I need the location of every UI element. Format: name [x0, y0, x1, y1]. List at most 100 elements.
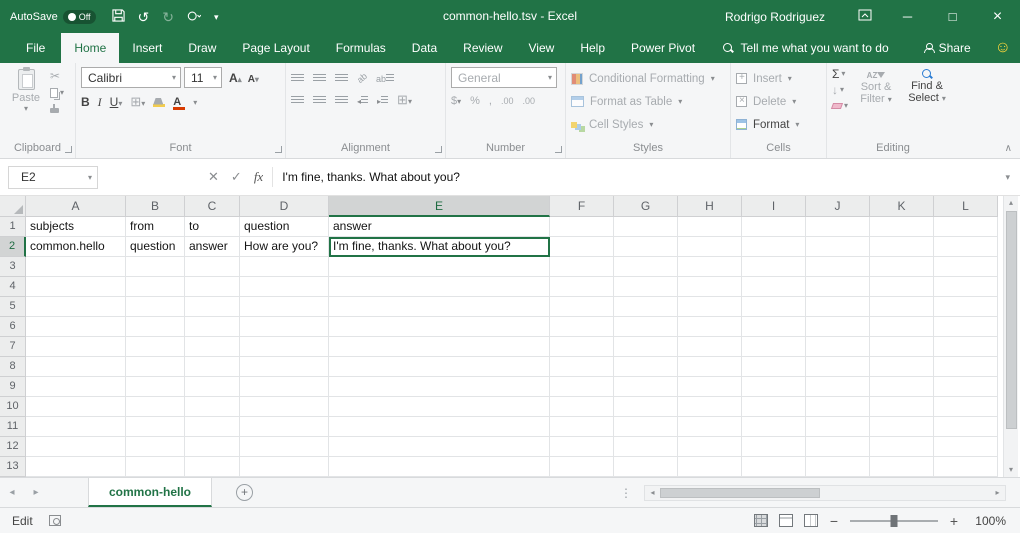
cell-C3[interactable]: [185, 257, 240, 277]
new-sheet-button[interactable]: +: [236, 484, 253, 501]
clear-button[interactable]: ▾: [832, 100, 848, 112]
expand-formula-bar-button[interactable]: ▾: [1005, 172, 1010, 183]
cell-L6[interactable]: [934, 317, 998, 337]
cell-A6[interactable]: [26, 317, 126, 337]
format-painter-button[interactable]: [50, 104, 64, 113]
cell-D13[interactable]: [240, 457, 329, 477]
insert-function-button[interactable]: fx: [254, 169, 263, 185]
cell-J7[interactable]: [806, 337, 870, 357]
delete-cells-button[interactable]: Delete ▾: [736, 90, 821, 113]
cell-H4[interactable]: [678, 277, 742, 297]
font-dialog-launcher[interactable]: [275, 146, 282, 153]
cell-H10[interactable]: [678, 397, 742, 417]
cell-D6[interactable]: [240, 317, 329, 337]
next-sheet-button[interactable]: ▸: [24, 487, 48, 498]
cell-G3[interactable]: [614, 257, 678, 277]
cell-G2[interactable]: [614, 237, 678, 257]
cell-E12[interactable]: [329, 437, 550, 457]
cell-E6[interactable]: [329, 317, 550, 337]
cell-H2[interactable]: [678, 237, 742, 257]
row-header-6[interactable]: 6: [0, 317, 26, 337]
cell-B3[interactable]: [126, 257, 185, 277]
previous-sheet-button[interactable]: ◂: [0, 487, 24, 498]
scroll-down-icon[interactable]: ▾: [1009, 463, 1013, 477]
cell-I7[interactable]: [742, 337, 806, 357]
cell-G13[interactable]: [614, 457, 678, 477]
column-header-F[interactable]: F: [550, 196, 614, 217]
cell-B1[interactable]: from: [126, 217, 185, 237]
cell-K6[interactable]: [870, 317, 934, 337]
insert-cells-button[interactable]: Insert ▾: [736, 67, 821, 90]
cell-G12[interactable]: [614, 437, 678, 457]
vertical-scrollbar-thumb[interactable]: [1006, 211, 1017, 429]
cell-K7[interactable]: [870, 337, 934, 357]
decrease-indent-button[interactable]: ◂: [357, 93, 368, 107]
cell-D3[interactable]: [240, 257, 329, 277]
cell-A4[interactable]: [26, 277, 126, 297]
cell-E7[interactable]: [329, 337, 550, 357]
cell-D8[interactable]: [240, 357, 329, 377]
column-header-E[interactable]: E: [329, 196, 550, 217]
redo-button[interactable]: ↻: [162, 10, 174, 24]
row-header-11[interactable]: 11: [0, 417, 26, 437]
percent-style-button[interactable]: %: [470, 95, 480, 107]
cell-B11[interactable]: [126, 417, 185, 437]
cell-I8[interactable]: [742, 357, 806, 377]
cell-B10[interactable]: [126, 397, 185, 417]
cell-G1[interactable]: [614, 217, 678, 237]
row-header-5[interactable]: 5: [0, 297, 26, 317]
fill-color-button[interactable]: [153, 98, 165, 107]
cell-B2[interactable]: question: [126, 237, 185, 257]
cell-J1[interactable]: [806, 217, 870, 237]
cell-L9[interactable]: [934, 377, 998, 397]
cell-C4[interactable]: [185, 277, 240, 297]
column-header-D[interactable]: D: [240, 196, 329, 217]
scroll-up-icon[interactable]: ▴: [1009, 196, 1013, 210]
font-name-combobox[interactable]: Calibri ▾: [81, 67, 181, 88]
column-header-B[interactable]: B: [126, 196, 185, 217]
scroll-left-icon[interactable]: ◂: [645, 488, 660, 497]
cell-B8[interactable]: [126, 357, 185, 377]
zoom-out-button[interactable]: −: [829, 513, 839, 529]
zoom-in-button[interactable]: +: [949, 513, 959, 529]
cell-F10[interactable]: [550, 397, 614, 417]
find-select-button[interactable]: Find &Select ▾: [904, 67, 950, 141]
cell-J10[interactable]: [806, 397, 870, 417]
cell-I2[interactable]: [742, 237, 806, 257]
alignment-dialog-launcher[interactable]: [435, 146, 442, 153]
align-right-icon[interactable]: [335, 96, 348, 104]
tab-view[interactable]: View: [516, 33, 568, 63]
cell-H1[interactable]: [678, 217, 742, 237]
cell-K5[interactable]: [870, 297, 934, 317]
bottom-align-icon[interactable]: [335, 74, 348, 82]
cell-I10[interactable]: [742, 397, 806, 417]
cell-G9[interactable]: [614, 377, 678, 397]
cell-L2[interactable]: [934, 237, 998, 257]
undo-button[interactable]: ↺: [138, 10, 150, 24]
cell-H12[interactable]: [678, 437, 742, 457]
increase-font-size-button[interactable]: A▴: [229, 71, 242, 85]
cell-K10[interactable]: [870, 397, 934, 417]
cell-L8[interactable]: [934, 357, 998, 377]
cell-K9[interactable]: [870, 377, 934, 397]
cell-C5[interactable]: [185, 297, 240, 317]
cell-J6[interactable]: [806, 317, 870, 337]
cell-C13[interactable]: [185, 457, 240, 477]
cell-A11[interactable]: [26, 417, 126, 437]
cell-A1[interactable]: subjects: [26, 217, 126, 237]
row-header-7[interactable]: 7: [0, 337, 26, 357]
cell-I3[interactable]: [742, 257, 806, 277]
cell-F5[interactable]: [550, 297, 614, 317]
formula-bar-value[interactable]: I'm fine, thanks. What about you?: [282, 170, 460, 184]
cell-E2[interactable]: I'm fine, thanks. What about you?: [329, 237, 550, 257]
cell-F4[interactable]: [550, 277, 614, 297]
cell-G4[interactable]: [614, 277, 678, 297]
cell-B12[interactable]: [126, 437, 185, 457]
collapse-ribbon-button[interactable]: ∧: [1005, 143, 1012, 154]
align-left-icon[interactable]: [291, 96, 304, 104]
cell-C9[interactable]: [185, 377, 240, 397]
cell-A5[interactable]: [26, 297, 126, 317]
save-button[interactable]: [112, 9, 125, 24]
top-align-icon[interactable]: [291, 74, 304, 82]
column-header-C[interactable]: C: [185, 196, 240, 217]
